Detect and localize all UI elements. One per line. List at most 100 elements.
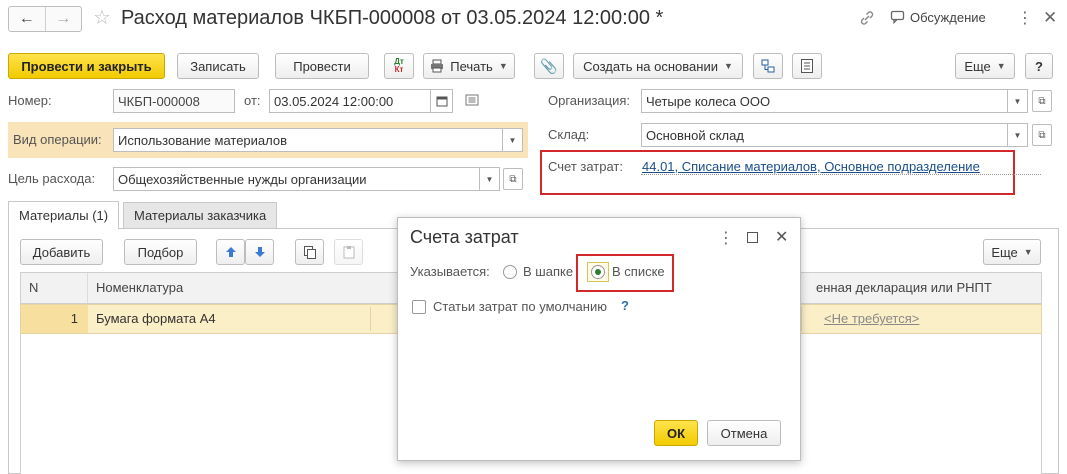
print-button[interactable]: Печать ▼ bbox=[423, 53, 515, 79]
warehouse-label: Склад: bbox=[548, 127, 590, 142]
copy-button[interactable] bbox=[295, 239, 324, 265]
move-up-button[interactable] bbox=[216, 239, 245, 265]
organization-open-button[interactable]: ⧉ bbox=[1032, 90, 1052, 112]
arrow-right-icon: → bbox=[55, 10, 72, 27]
purpose-label: Цель расхода: bbox=[8, 171, 96, 186]
table-more-label: Еще bbox=[991, 244, 1018, 260]
number-label: Номер: bbox=[8, 93, 52, 108]
help-icon[interactable]: ? bbox=[621, 298, 629, 313]
warehouse-open-button[interactable]: ⧉ bbox=[1032, 124, 1052, 146]
chevron-down-icon: ▼ bbox=[723, 61, 733, 71]
post-and-close-button[interactable]: Провести и закрыть bbox=[8, 53, 165, 79]
dt-kt-button[interactable]: Дт Кт bbox=[384, 53, 414, 79]
row-divider bbox=[801, 307, 802, 331]
chevron-down-icon: ▼ bbox=[485, 174, 494, 184]
discussion-label: Обсуждение bbox=[910, 9, 986, 25]
purpose-open-button[interactable]: ⧉ bbox=[503, 168, 523, 190]
purpose-dropdown[interactable]: ▼ bbox=[480, 167, 500, 191]
radio-header[interactable] bbox=[503, 265, 517, 279]
more-button[interactable]: Еще ▼ bbox=[955, 53, 1015, 79]
default-items-checkbox[interactable] bbox=[412, 300, 426, 314]
cost-account-label: Счет затрат: bbox=[548, 159, 623, 174]
chevron-down-icon: ▼ bbox=[996, 61, 1006, 71]
radio-header-label[interactable]: В шапке bbox=[523, 261, 573, 283]
discussion-button[interactable]: Обсуждение bbox=[890, 9, 986, 25]
row-number: 1 bbox=[21, 305, 88, 333]
pick-button[interactable]: Подбор bbox=[124, 239, 197, 265]
date-label: от: bbox=[244, 93, 261, 108]
link-icon[interactable] bbox=[858, 9, 876, 33]
warehouse-dropdown[interactable]: ▼ bbox=[1008, 123, 1028, 147]
notes-icon[interactable] bbox=[465, 94, 479, 109]
structure-icon bbox=[761, 59, 775, 73]
paste-icon bbox=[343, 246, 354, 259]
close-icon[interactable]: ✕ bbox=[775, 227, 788, 247]
more-vertical-icon[interactable]: ⋮ bbox=[718, 228, 734, 248]
chevron-down-icon: ▼ bbox=[498, 61, 508, 71]
tab-customer-materials[interactable]: Материалы заказчика bbox=[123, 202, 278, 228]
chevron-down-icon: ▼ bbox=[1023, 247, 1033, 257]
chevron-down-icon: ▼ bbox=[1013, 96, 1022, 106]
operation-type-label: Вид операции: bbox=[13, 132, 102, 147]
date-field[interactable]: 03.05.2024 12:00:00 bbox=[269, 89, 431, 113]
back-button[interactable]: ← bbox=[9, 7, 45, 31]
print-label: Печать bbox=[450, 58, 493, 74]
table-more-button[interactable]: Еще ▼ bbox=[983, 239, 1041, 265]
move-down-button[interactable] bbox=[245, 239, 274, 265]
default-items-label: Статьи затрат по умолчанию bbox=[433, 299, 607, 314]
printer-icon bbox=[431, 59, 444, 73]
cancel-button[interactable]: Отмена bbox=[707, 420, 781, 446]
number-field[interactable]: ЧКБП-000008 bbox=[113, 89, 235, 113]
warehouse-field[interactable]: Основной склад bbox=[641, 123, 1008, 147]
forward-button[interactable]: → bbox=[44, 7, 82, 31]
purpose-field[interactable]: Общехозяйственные нужды организации bbox=[113, 167, 480, 191]
operation-type-field[interactable]: Использование материалов bbox=[113, 128, 503, 152]
organization-label: Организация: bbox=[548, 93, 631, 108]
maximize-icon[interactable] bbox=[747, 232, 758, 243]
create-based-on-button[interactable]: Создать на основании ▼ bbox=[573, 53, 743, 79]
arrow-left-icon: ← bbox=[18, 10, 35, 27]
open-icon: ⧉ bbox=[1038, 129, 1046, 141]
dialog-title: Счета затрат bbox=[410, 227, 519, 247]
attach-button[interactable]: 📎 bbox=[534, 53, 564, 79]
add-button[interactable]: Добавить bbox=[20, 239, 103, 265]
row-divider bbox=[370, 307, 371, 331]
operation-type-dropdown[interactable]: ▼ bbox=[503, 128, 523, 152]
report-button[interactable] bbox=[792, 53, 822, 79]
chevron-down-icon: ▼ bbox=[1013, 130, 1022, 140]
structure-button[interactable] bbox=[753, 53, 783, 79]
save-button[interactable]: Записать bbox=[177, 53, 259, 79]
row-declaration-link[interactable]: <Не требуется> bbox=[824, 305, 919, 333]
favorite-star-icon[interactable]: ☆ bbox=[93, 6, 111, 30]
arrow-down-icon bbox=[254, 247, 265, 257]
chevron-down-icon: ▼ bbox=[508, 135, 517, 145]
open-icon: ⧉ bbox=[509, 173, 517, 185]
nav-buttons: ← → bbox=[8, 6, 82, 32]
more-label: Еще bbox=[964, 58, 991, 74]
post-button[interactable]: Провести bbox=[275, 53, 369, 79]
paste-button[interactable] bbox=[334, 239, 363, 265]
calendar-button[interactable] bbox=[431, 89, 453, 113]
radio-list[interactable] bbox=[591, 265, 605, 279]
cost-accounts-dialog: Счета затрат ⋮ ✕ Указывается: В шапке В … bbox=[397, 217, 801, 461]
create-based-label: Создать на основании bbox=[583, 58, 718, 74]
cost-account-link[interactable]: 44.01, Списание материалов, Основное под… bbox=[642, 157, 980, 177]
calendar-icon bbox=[436, 96, 447, 107]
arrow-up-icon bbox=[225, 247, 236, 257]
copy-icon bbox=[303, 246, 316, 259]
list-report-icon bbox=[801, 59, 813, 73]
kt-label: Кт bbox=[394, 65, 404, 74]
more-vertical-icon[interactable]: ⋮ bbox=[1017, 9, 1033, 29]
organization-field[interactable]: Четыре колеса ООО bbox=[641, 89, 1008, 113]
tab-materials[interactable]: Материалы (1) bbox=[8, 201, 120, 229]
radio-list-label[interactable]: В списке bbox=[612, 261, 665, 283]
open-icon: ⧉ bbox=[1038, 95, 1046, 107]
column-header-declaration[interactable]: енная декларация или РНПТ bbox=[801, 273, 1041, 303]
column-header-n[interactable]: N bbox=[21, 273, 88, 303]
close-window-icon[interactable]: ✕ bbox=[1043, 8, 1057, 28]
column-header-item[interactable]: Номенклатура bbox=[88, 273, 398, 303]
organization-dropdown[interactable]: ▼ bbox=[1008, 89, 1028, 113]
help-button[interactable]: ? bbox=[1025, 53, 1053, 79]
ok-button[interactable]: ОК bbox=[654, 420, 698, 446]
paperclip-icon: 📎 bbox=[540, 57, 558, 74]
